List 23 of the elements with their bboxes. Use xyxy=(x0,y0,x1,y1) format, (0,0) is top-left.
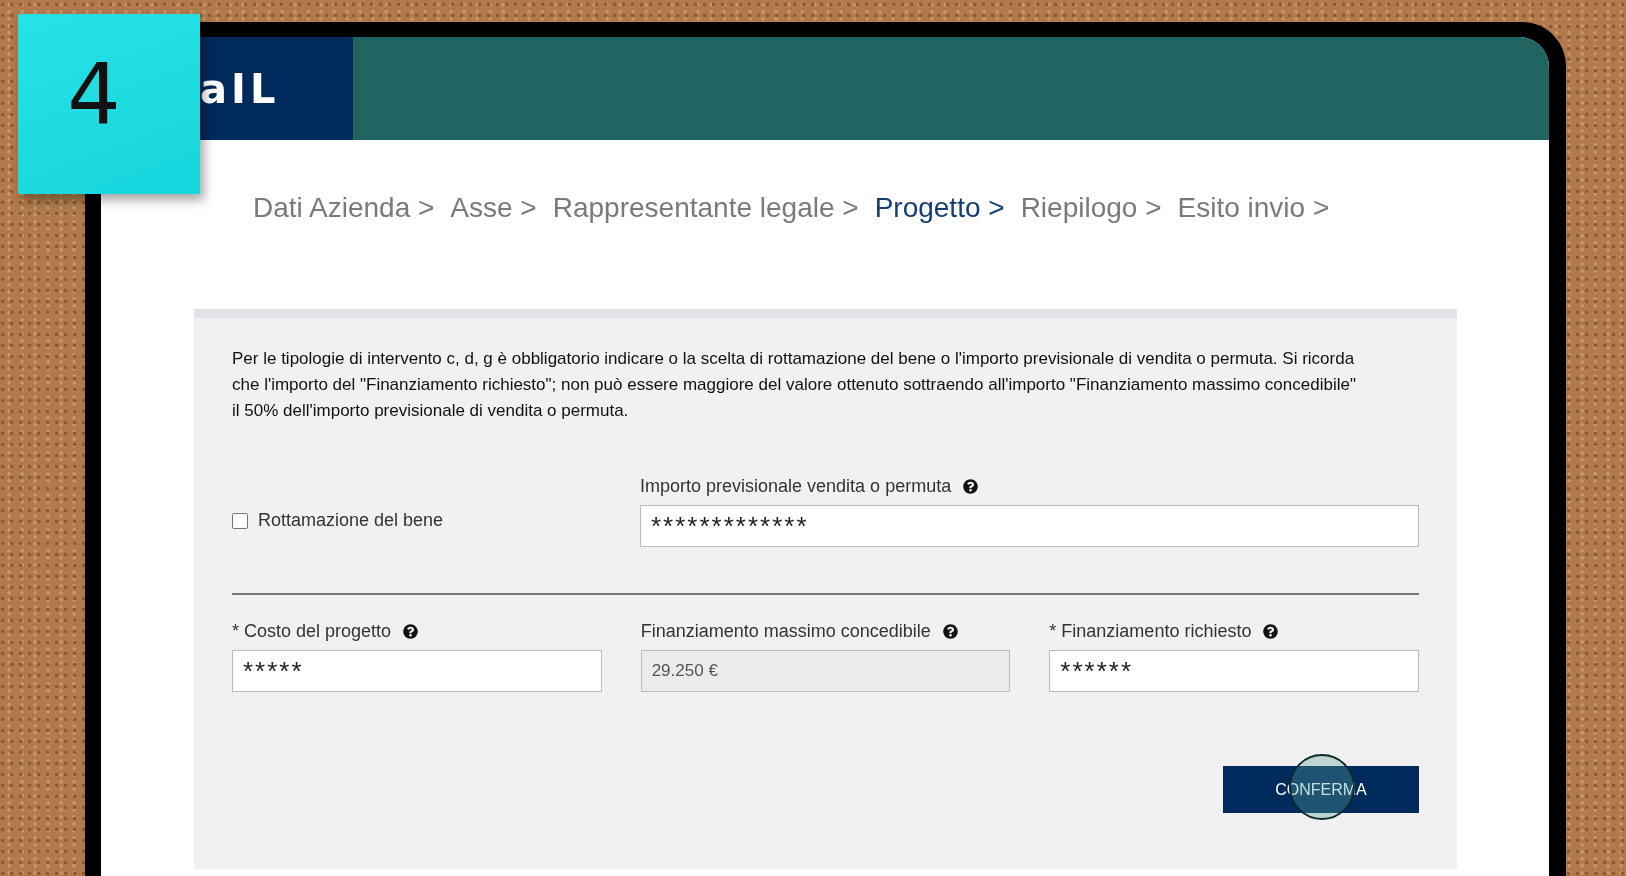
field-label: Finanziamento massimo concedibile xyxy=(640,621,931,642)
help-icon[interactable] xyxy=(942,624,958,639)
help-icon[interactable] xyxy=(963,479,979,494)
field-label: Importo previsionale vendita o permuta xyxy=(640,476,952,497)
breadcrumb-step[interactable]: Dati Azienda > xyxy=(253,192,435,232)
help-icon[interactable] xyxy=(1263,624,1279,639)
checkbox-label: Rottamazione del bene xyxy=(258,510,444,531)
sticky-note-number: 4 xyxy=(67,45,121,143)
breadcrumb-step[interactable]: Asse > xyxy=(450,192,537,232)
input-field[interactable]: ***** xyxy=(232,650,602,692)
logo: aIL xyxy=(200,65,280,112)
field-label: * Finanziamento richiesto xyxy=(1049,621,1252,642)
breadcrumb-step[interactable]: Esito invio > xyxy=(1177,192,1330,232)
breadcrumb-step[interactable]: Rappresentante legale > xyxy=(552,192,859,232)
checkbox[interactable] xyxy=(232,512,248,529)
field-label: * Costo del progetto xyxy=(232,621,392,642)
input-field[interactable]: ************* xyxy=(640,505,1419,547)
confirm-button[interactable]: CONFERMA xyxy=(1223,766,1419,813)
help-icon[interactable] xyxy=(403,624,419,639)
breadcrumb-step[interactable]: Riepilogo > xyxy=(1020,192,1162,232)
input-field[interactable]: ****** xyxy=(1049,650,1419,692)
breadcrumb-step[interactable]: Progetto > xyxy=(874,192,1005,232)
notice-text: Per le tipologie di intervento c, d, g è obbligatorio indicare o la scelta di rottamazione del bene o l'importo previsionale di vendita o permuta. Si ricorda che l'importo del "Finanziamento richiesto"; non può essere maggiore del valore ottenuto sottraendo all'importo "Finanziamento massimo concedibile" il 50% dell'importo previsionale di vendita o permuta. xyxy=(232,348,1357,422)
